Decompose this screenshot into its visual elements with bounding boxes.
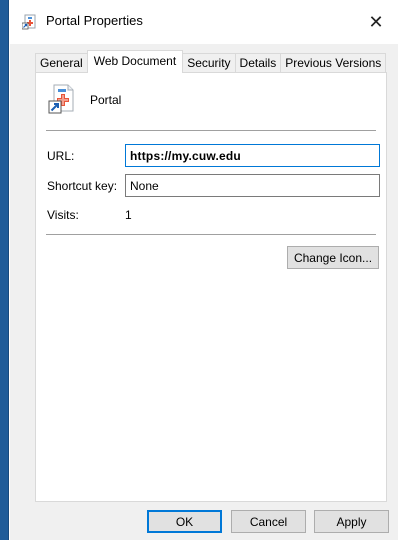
visits-label: Visits:	[47, 208, 79, 222]
shortcut-key-label: Shortcut key:	[47, 179, 118, 193]
close-icon: ✕	[368, 11, 384, 32]
desktop-background-strip	[0, 0, 9, 540]
internet-shortcut-icon	[21, 14, 38, 30]
web-document-panel: Portal URL: Shortcut key: Visits: 1 Chan…	[35, 72, 387, 502]
tab-strip: General Web Document Security Details Pr…	[35, 50, 387, 73]
cancel-button[interactable]: Cancel	[231, 510, 306, 533]
tab-security[interactable]: Security	[183, 53, 235, 73]
divider	[46, 130, 376, 131]
divider	[46, 234, 376, 235]
visits-value: 1	[125, 208, 132, 222]
apply-button[interactable]: Apply	[314, 510, 389, 533]
change-icon-button[interactable]: Change Icon...	[287, 246, 379, 269]
tab-previous-versions[interactable]: Previous Versions	[280, 53, 387, 73]
url-field[interactable]	[125, 144, 380, 167]
close-button[interactable]: ✕	[354, 0, 398, 44]
properties-dialog: Portal Properties ✕ General Web Document…	[10, 0, 398, 540]
tab-general[interactable]: General	[35, 53, 87, 73]
web-document-icon	[47, 83, 79, 115]
tab-web-document[interactable]: Web Document	[86, 50, 184, 73]
window-title: Portal Properties	[46, 13, 143, 28]
shortcut-key-field[interactable]	[125, 174, 380, 197]
title-bar[interactable]: Portal Properties ✕	[10, 0, 398, 44]
ok-button[interactable]: OK	[147, 510, 222, 533]
tab-details[interactable]: Details	[234, 53, 281, 73]
document-name: Portal	[90, 93, 122, 107]
url-label: URL:	[47, 149, 75, 163]
